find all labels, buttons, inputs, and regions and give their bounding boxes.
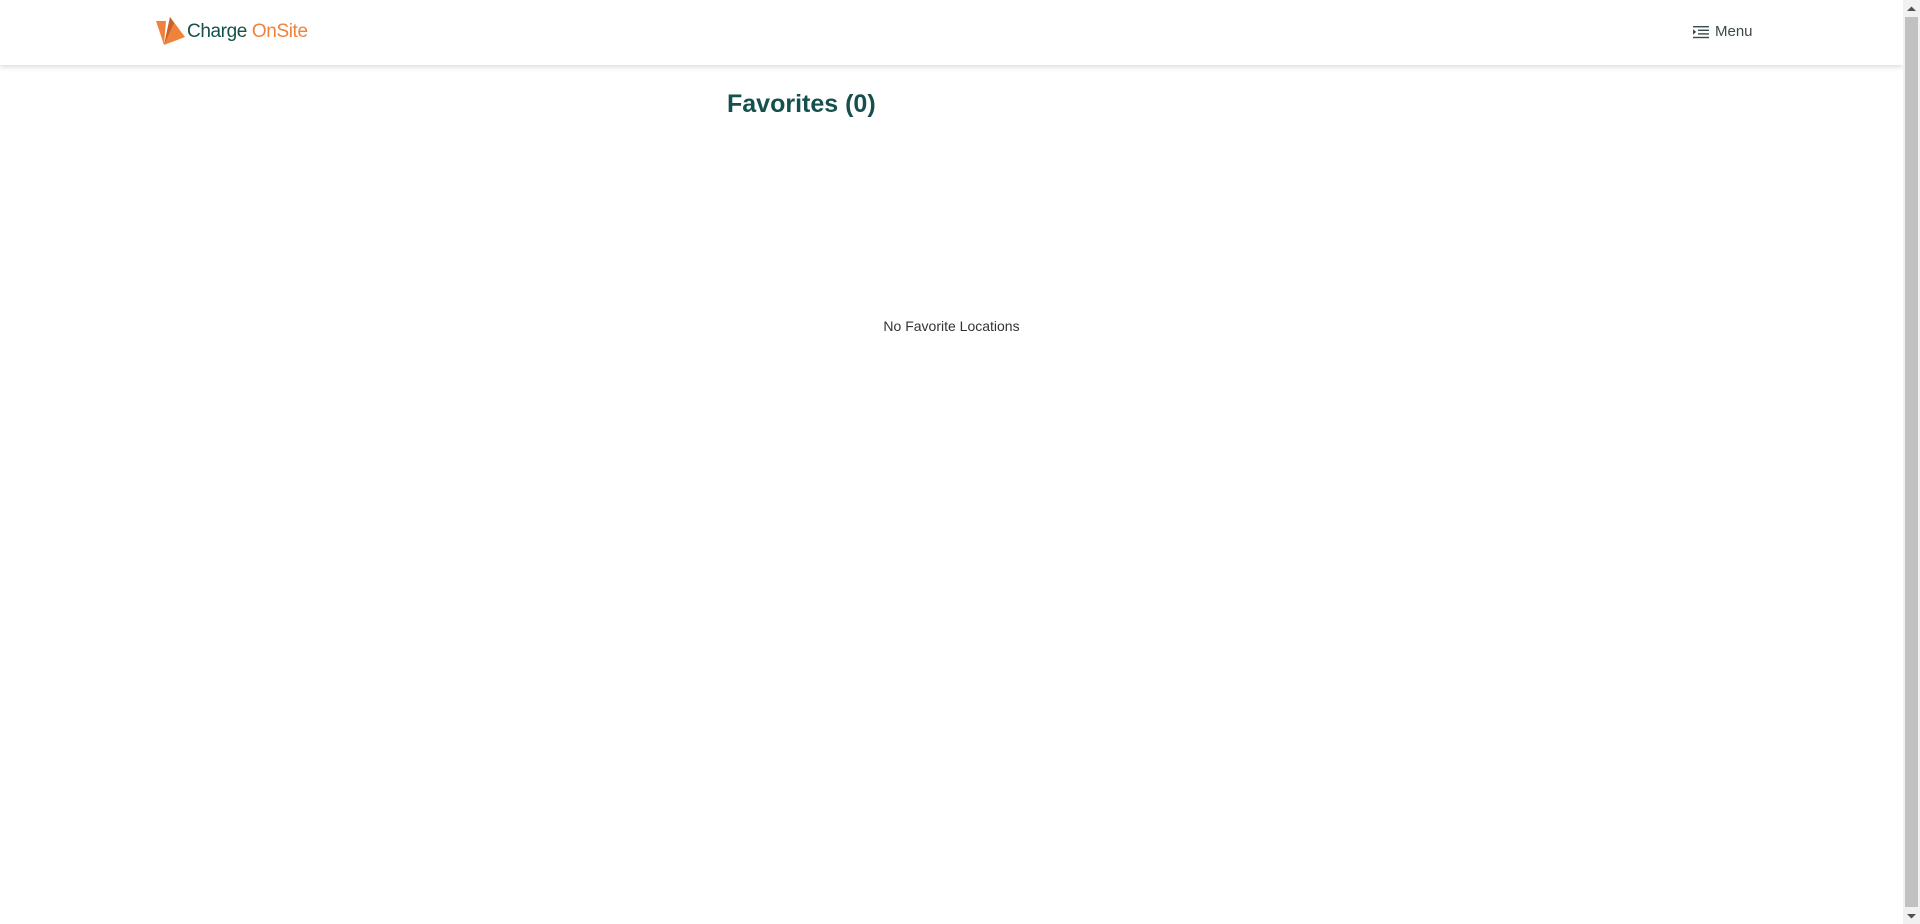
top-header: Charge OnSite Menu (0, 0, 1903, 65)
page-title: Favorites (0) (727, 90, 876, 118)
menu-list-icon (1693, 26, 1709, 39)
home-logo-link[interactable]: Charge OnSite (156, 17, 308, 47)
scrollbar-thumb[interactable] (1905, 17, 1918, 907)
scroll-down-arrow-icon[interactable] (1903, 907, 1920, 924)
menu-label: Menu (1715, 23, 1753, 40)
charge-onsite-logo-icon (156, 17, 185, 45)
menu-button[interactable]: Menu (1693, 20, 1753, 44)
logo-word-charge: Charge (187, 21, 247, 42)
vertical-scrollbar[interactable] (1903, 0, 1920, 924)
scroll-up-arrow-icon[interactable] (1903, 0, 1920, 17)
page: Charge OnSite Menu Favorites (0) No Favor… (0, 0, 1920, 924)
empty-state-message: No Favorite Locations (883, 318, 1020, 334)
logo-word-onsite: OnSite (251, 21, 308, 42)
logo-text: Charge OnSite (187, 17, 308, 47)
